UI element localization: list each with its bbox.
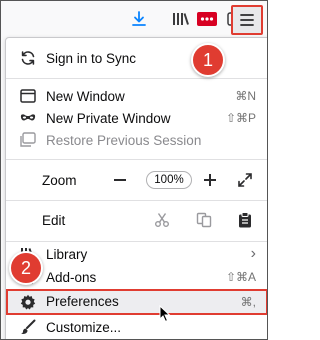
new-window-label: New Window xyxy=(46,88,125,104)
cut-icon[interactable] xyxy=(154,212,170,233)
copy-icon[interactable] xyxy=(196,212,212,233)
library-label: Library xyxy=(46,246,88,262)
zoom-label: Zoom xyxy=(42,172,77,188)
sync-icon xyxy=(20,50,36,66)
zoom-in-button[interactable] xyxy=(200,170,220,190)
menu-separator xyxy=(6,159,267,160)
restore-session-label: Restore Previous Session xyxy=(46,132,202,148)
preferences-label: Preferences xyxy=(46,294,119,309)
mouse-cursor-icon xyxy=(159,304,171,328)
zoom-out-button[interactable] xyxy=(110,170,130,190)
browser-toolbar xyxy=(1,1,267,37)
fullscreen-button[interactable] xyxy=(236,171,254,189)
new-window-icon xyxy=(20,88,36,104)
library-item[interactable]: Library › xyxy=(6,243,267,265)
download-icon[interactable] xyxy=(127,7,151,31)
screenshot-frame: Sign in to Sync New Window ⌘N New Privat… xyxy=(0,0,268,340)
zoom-reset-button[interactable]: 100% xyxy=(146,171,192,189)
addons-label: Add-ons xyxy=(46,269,97,285)
new-private-window-shortcut: ⇧⌘P xyxy=(225,111,256,125)
zoom-row: Zoom 100% xyxy=(6,169,267,191)
new-window-shortcut: ⌘N xyxy=(235,89,256,103)
customize-item[interactable]: Customize... xyxy=(6,316,267,338)
sign-in-sync-item[interactable]: Sign in to Sync xyxy=(6,47,267,69)
paste-icon[interactable] xyxy=(238,212,252,233)
hamburger-menu-button[interactable] xyxy=(231,5,263,35)
library-icon[interactable] xyxy=(169,7,193,31)
minus-icon xyxy=(114,179,126,181)
preferences-shortcut: ⌘, xyxy=(240,295,256,309)
new-private-window-item[interactable]: New Private Window ⇧⌘P xyxy=(6,107,267,129)
edit-row: Edit xyxy=(6,209,267,233)
app-menu-panel: Sign in to Sync New Window ⌘N New Privat… xyxy=(5,37,267,339)
private-mask-icon xyxy=(20,110,36,126)
menu-separator xyxy=(6,241,267,242)
hamburger-menu-icon xyxy=(240,14,254,26)
step-1-callout: 1 xyxy=(191,43,225,77)
new-private-window-label: New Private Window xyxy=(46,110,171,126)
fullscreen-icon xyxy=(238,173,252,187)
step-2-callout: 2 xyxy=(9,251,43,285)
addons-shortcut: ⇧⌘A xyxy=(225,270,256,284)
menu-separator xyxy=(6,78,267,79)
restore-session-item: Restore Previous Session xyxy=(6,129,267,151)
preferences-item[interactable]: Preferences ⌘, xyxy=(6,289,267,315)
gear-icon xyxy=(20,294,36,310)
sign-in-sync-label: Sign in to Sync xyxy=(46,50,137,66)
addons-item[interactable]: Add-ons ⇧⌘A xyxy=(6,266,267,288)
paintbrush-icon xyxy=(20,319,36,335)
new-window-item[interactable]: New Window ⌘N xyxy=(6,85,267,107)
edit-label: Edit xyxy=(42,212,66,228)
plus-icon xyxy=(204,174,216,186)
menu-separator xyxy=(6,200,267,201)
extension-icon[interactable] xyxy=(195,7,219,31)
customize-label: Customize... xyxy=(46,319,122,335)
restore-session-icon xyxy=(20,132,36,148)
chevron-right-icon: › xyxy=(250,245,256,262)
